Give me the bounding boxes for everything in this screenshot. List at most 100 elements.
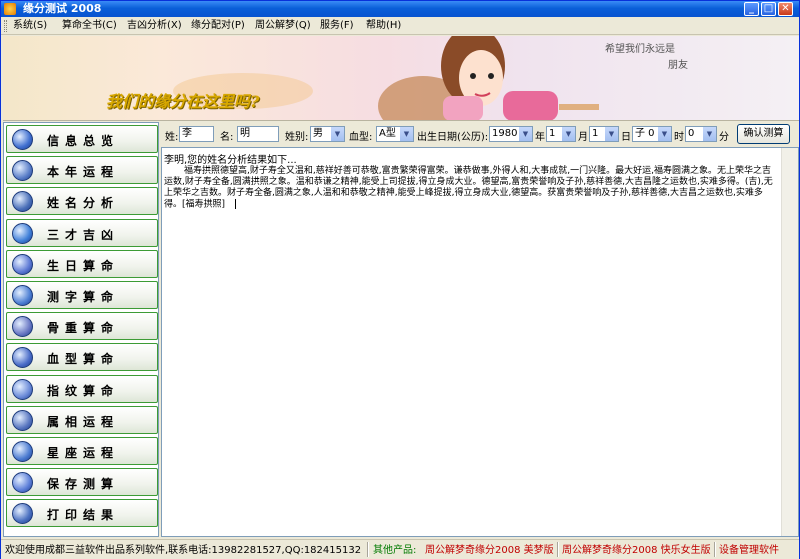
month-select-value: 1	[549, 128, 556, 139]
sidebar-button-6[interactable]: 测字算命	[6, 281, 158, 309]
computer-icon	[12, 222, 33, 244]
chevron-down-icon: ▼	[605, 127, 618, 141]
status-product-link-1[interactable]: 周公解梦奇缘分2008 美梦版	[425, 544, 554, 557]
year-unit: 年	[535, 132, 545, 143]
chevron-down-icon: ▼	[519, 127, 532, 141]
month-unit: 月	[578, 132, 588, 143]
eye-icon	[12, 160, 33, 182]
folder-icon	[12, 472, 33, 494]
chart-icon	[12, 316, 33, 338]
maximize-button[interactable]: □	[761, 2, 776, 16]
month-select[interactable]: 1 ▼	[546, 126, 576, 142]
sidebar-button-label: 血型算命	[47, 352, 120, 367]
year-select[interactable]: 1980 ▼	[489, 126, 533, 142]
sidebar-button-5[interactable]: 生日算命	[6, 249, 158, 278]
sidebar-button-1[interactable]: 信息总览	[6, 125, 158, 153]
chevron-down-icon: ▼	[658, 127, 671, 141]
sidebar-button-11[interactable]: 星座运程	[6, 437, 158, 465]
blood-type-select-value: A型	[379, 128, 396, 139]
hour-select[interactable]: 子 0 ▼	[632, 126, 672, 142]
sparkle-icon	[12, 347, 33, 369]
sidebar-button-label: 星座运程	[47, 446, 120, 460]
banner-wish-line1: 希望我们永远是	[605, 44, 675, 55]
sidebar-button-2[interactable]: 本年运程	[6, 156, 158, 185]
star-icon	[12, 378, 33, 400]
minimize-button[interactable]: _	[744, 2, 759, 16]
banner: 我们的缘分在这里吗? 希望我们永远是 朋友	[3, 36, 799, 121]
menu-system[interactable]: 系统(S)	[13, 19, 47, 33]
year-select-value: 1980	[492, 128, 518, 139]
birth-date-label: 出生日期(公历):	[417, 132, 489, 143]
result-body-text: 福寿拱照德望高,财子寿全又温和,慈祥好善可恭敬,富贵繁荣得富荣。谦恭做事,外得人…	[164, 166, 773, 210]
result-textarea[interactable]: 李明,您的姓名分析结果如下... 福寿拱照德望高,财子寿全又温和,慈祥好善可恭敬…	[161, 147, 799, 537]
status-divider	[367, 542, 369, 557]
input-form: 姓: 李 名: 明 姓别: 男 ▼ 血型: A型 ▼ 出生日期(公历): 1980 ▼…	[161, 123, 799, 145]
day-select-value: 1	[592, 128, 599, 139]
blood-type-label: 血型:	[349, 132, 373, 143]
chevron-down-icon: ▼	[703, 127, 716, 141]
chevron-down-icon: ▼	[331, 127, 344, 141]
menu-dream[interactable]: 周公解梦(Q)	[255, 19, 311, 33]
sidebar-button-label: 三才吉凶	[47, 227, 120, 242]
vertical-scrollbar[interactable]	[781, 148, 798, 536]
status-bar: 欢迎使用成都三益软件出品系列软件,联系电话:13982281527,QQ:182…	[1, 539, 799, 559]
sidebar: 信息总览本年运程姓名分析三才吉凶生日算命测字算命骨重算命血型算命指纹算命属相运程…	[3, 122, 159, 537]
status-divider	[557, 542, 559, 557]
given-name-label: 名:	[220, 132, 234, 143]
title-bar[interactable]: 缘分测试 2008 _ □ ✕	[1, 1, 799, 17]
clipboard-icon	[12, 409, 33, 431]
text-cursor-icon	[235, 199, 237, 209]
app-icon	[4, 3, 16, 15]
menu-help[interactable]: 帮助(H)	[366, 19, 401, 33]
gender-label: 姓别:	[285, 132, 309, 143]
gender-select[interactable]: 男 ▼	[310, 126, 345, 142]
menu-bar: 系统(S) 算命全书(C) 吉凶分析(X) 缘分配对(P) 周公解梦(Q) 服务…	[1, 17, 799, 35]
hour-select-value: 子 0	[635, 128, 655, 139]
sidebar-button-label: 信息总览	[47, 134, 120, 148]
constellation-icon	[12, 441, 33, 462]
sidebar-button-10[interactable]: 属相运程	[6, 405, 158, 434]
result-body: 福寿拱照德望高,财子寿全又温和,慈祥好善可恭敬,富贵繁荣得富荣。谦恭做事,外得人…	[164, 166, 776, 211]
sidebar-button-13[interactable]: 打印结果	[6, 499, 158, 528]
sidebar-button-9[interactable]: 指纹算命	[6, 374, 158, 403]
sidebar-button-4[interactable]: 三才吉凶	[6, 218, 158, 247]
result-heading: 李明,您的姓名分析结果如下...	[164, 155, 297, 166]
day-select[interactable]: 1 ▼	[589, 126, 619, 142]
menu-fortune-book[interactable]: 算命全书(C)	[62, 19, 117, 33]
sidebar-button-label: 本年运程	[47, 165, 120, 180]
status-product-link-2[interactable]: 周公解梦奇缘分2008 快乐女生版	[562, 544, 711, 557]
status-welcome: 欢迎使用成都三益软件出品系列软件,联系电话:13982281527,QQ:182…	[5, 545, 362, 556]
sidebar-button-8[interactable]: 血型算命	[6, 343, 158, 372]
sidebar-button-7[interactable]: 骨重算命	[6, 312, 158, 341]
confirm-calc-button[interactable]: 确认测算	[737, 124, 790, 144]
sidebar-button-12[interactable]: 保存测算	[6, 468, 158, 497]
given-name-input[interactable]: 明	[237, 126, 279, 142]
minute-select[interactable]: 0 ▼	[685, 126, 717, 142]
app-window: 缘分测试 2008 _ □ ✕ 系统(S) 算命全书(C) 吉凶分析(X) 缘分…	[0, 0, 800, 559]
sidebar-button-label: 骨重算命	[47, 321, 120, 336]
status-other-products-label: 其他产品:	[373, 545, 417, 556]
globe-icon	[12, 129, 33, 150]
sidebar-button-label: 打印结果	[47, 508, 120, 523]
book-icon	[12, 285, 33, 306]
window-title: 缘分测试 2008	[23, 2, 102, 15]
menu-match[interactable]: 缘分配对(P)	[191, 19, 245, 33]
minute-select-value: 0	[688, 128, 695, 139]
menu-service[interactable]: 服务(F)	[320, 19, 354, 33]
sidebar-button-3[interactable]: 姓名分析	[6, 187, 158, 216]
person-icon	[12, 253, 33, 275]
chevron-down-icon: ▼	[400, 127, 413, 141]
sidebar-button-label: 生日算命	[47, 258, 120, 273]
blood-type-select[interactable]: A型 ▼	[376, 126, 414, 142]
surname-label: 姓:	[165, 132, 179, 143]
menu-luck-analysis[interactable]: 吉凶分析(X)	[127, 19, 182, 33]
status-product-link-3[interactable]: 设备管理软件	[719, 544, 779, 557]
sidebar-button-label: 指纹算命	[47, 383, 120, 398]
banner-slogan: 我们的缘分在这里吗?	[106, 92, 260, 111]
sidebar-button-label: 姓名分析	[47, 196, 120, 211]
close-button[interactable]: ✕	[778, 2, 793, 16]
minute-unit: 分	[719, 132, 729, 143]
surname-input[interactable]: 李	[179, 126, 214, 142]
day-unit: 日	[621, 132, 631, 143]
sidebar-button-label: 测字算命	[47, 290, 120, 304]
